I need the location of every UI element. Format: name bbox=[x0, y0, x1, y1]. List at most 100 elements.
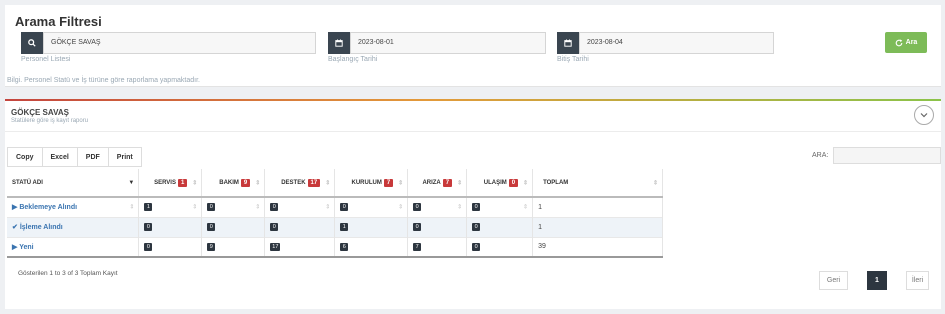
count-badge: 0 bbox=[340, 203, 349, 212]
status-label: Yeni bbox=[19, 243, 34, 251]
sort-desc-icon: ▼ bbox=[128, 179, 135, 186]
value-cell: 0 bbox=[138, 237, 203, 257]
sort-icon: ⇕ bbox=[523, 204, 529, 211]
count-badge: 0 bbox=[207, 203, 216, 212]
value-cell: 7 bbox=[407, 237, 468, 257]
report-table: STATÜ ADI ▼ SERVIS 1 ⇕ BAKIM 9 ⇕ DESTEK 17 ⇕ KU… bbox=[7, 169, 663, 258]
sort-icon: ⇕ bbox=[523, 180, 529, 186]
status-cell[interactable]: ▶ Beklemeye Alındı ⇕ bbox=[7, 197, 140, 217]
personnel-select[interactable]: GÖKÇE SAVAŞ bbox=[43, 32, 316, 54]
end-date-caption: Bitiş Tarihi bbox=[557, 56, 589, 63]
count-badge: 0 bbox=[472, 242, 481, 251]
table-row: ▶ Yeni 0 9 17 6 7 0 39 bbox=[7, 237, 663, 257]
sort-icon: ⇕ bbox=[255, 204, 261, 211]
sort-icon: ⇕ bbox=[255, 180, 261, 186]
copy-button[interactable]: Copy bbox=[7, 147, 43, 167]
start-date-caption: Başlangıç Tarihi bbox=[328, 56, 378, 63]
count-badge: 7 bbox=[413, 242, 422, 251]
header-badge: 9 bbox=[240, 178, 251, 187]
sort-icon: ⇕ bbox=[192, 204, 198, 211]
header-badge: 17 bbox=[307, 178, 321, 187]
sort-icon: ⇕ bbox=[325, 180, 331, 186]
value-cell: 0 ⇕ bbox=[334, 197, 409, 217]
total-cell: 39 bbox=[532, 237, 663, 257]
column-header-destek[interactable]: DESTEK 17 ⇕ bbox=[264, 169, 336, 197]
count-badge: 0 bbox=[472, 223, 481, 231]
sort-icon: ⇕ bbox=[652, 180, 658, 186]
table-summary: Gösterilen 1 to 3 of 3 Toplam Kayıt bbox=[18, 270, 118, 277]
start-date-field[interactable]: 2023-08-01 bbox=[328, 32, 546, 54]
header-badge: 0 bbox=[508, 178, 519, 187]
value-cell: 0 bbox=[201, 217, 266, 237]
column-header-bakim[interactable]: BAKIM 9 ⇕ bbox=[201, 169, 266, 197]
status-cell[interactable]: ▶ Yeni bbox=[7, 237, 140, 257]
print-button[interactable]: Print bbox=[108, 147, 142, 167]
filter-title: Arama Filtresi bbox=[15, 14, 102, 29]
search-icon bbox=[21, 32, 43, 54]
header-badge: 1 bbox=[177, 178, 188, 187]
count-badge: 0 bbox=[144, 223, 153, 231]
personnel-caption: Personel Listesi bbox=[21, 56, 71, 63]
status-cell[interactable]: ✔ İşleme Alındı bbox=[7, 217, 140, 237]
pagination-page-button[interactable]: 1 bbox=[867, 271, 887, 290]
count-badge: 0 bbox=[413, 203, 422, 212]
sort-icon: ⇕ bbox=[192, 180, 198, 186]
total-cell: 1 bbox=[532, 197, 663, 217]
value-cell: 0 bbox=[466, 237, 534, 257]
count-badge: 17 bbox=[270, 242, 281, 251]
search-button-label: Ara bbox=[905, 39, 918, 46]
calendar-icon bbox=[557, 32, 579, 54]
pdf-button[interactable]: PDF bbox=[77, 147, 109, 167]
status-label: Beklemeye Alındı bbox=[19, 204, 78, 212]
count-badge: 0 bbox=[413, 223, 422, 231]
value-cell: 0 bbox=[264, 217, 336, 237]
count-badge: 0 bbox=[207, 223, 216, 231]
column-header-toplam[interactable]: TOPLAM ⇕ bbox=[532, 169, 663, 197]
end-date-field[interactable]: 2023-08-04 bbox=[557, 32, 774, 54]
refresh-icon bbox=[895, 38, 903, 46]
separator bbox=[5, 131, 941, 132]
personnel-field[interactable]: GÖKÇE SAVAŞ bbox=[21, 32, 316, 54]
table-header-row: STATÜ ADI ▼ SERVIS 1 ⇕ BAKIM 9 ⇕ DESTEK 17 ⇕ KU… bbox=[7, 169, 663, 197]
info-text: Bilgi. Personel Statü ve İş türüne göre … bbox=[7, 77, 200, 84]
total-cell: 1 bbox=[532, 217, 663, 237]
value-cell: 1 bbox=[334, 217, 409, 237]
value-cell: 0 ⇕ bbox=[466, 197, 534, 217]
calendar-icon bbox=[328, 32, 350, 54]
sort-icon: ⇕ bbox=[457, 180, 463, 186]
column-header-servis[interactable]: SERVIS 1 ⇕ bbox=[138, 169, 203, 197]
end-date-input[interactable]: 2023-08-04 bbox=[579, 32, 774, 54]
filter-panel: Arama Filtresi GÖKÇE SAVAŞ Personel List… bbox=[5, 5, 941, 87]
sort-icon: ⇕ bbox=[129, 204, 135, 211]
column-header-ulasim[interactable]: ULAŞIM 0 ⇕ bbox=[466, 169, 534, 197]
color-bar bbox=[5, 99, 941, 101]
pagination-next-button[interactable]: İleri bbox=[906, 271, 929, 290]
count-badge: 0 bbox=[144, 242, 153, 251]
status-label: İşleme Alındı bbox=[19, 224, 63, 231]
value-cell: 0 ⇕ bbox=[201, 197, 266, 217]
table-row: ▶ Beklemeye Alındı ⇕ 1 ⇕ 0 ⇕ 0 ⇕ 0 ⇕ 0 ⇕ 0 ⇕ 1 bbox=[7, 197, 663, 217]
chevron-down-icon bbox=[920, 113, 928, 118]
value-cell: 9 bbox=[201, 237, 266, 257]
collapse-button[interactable] bbox=[914, 105, 934, 125]
column-header-status[interactable]: STATÜ ADI ▼ bbox=[7, 169, 140, 197]
report-title: GÖKÇE SAVAŞ bbox=[11, 108, 69, 117]
count-badge: 1 bbox=[340, 223, 349, 231]
start-date-input[interactable]: 2023-08-01 bbox=[350, 32, 546, 54]
value-cell: 0 bbox=[138, 217, 203, 237]
value-cell: 17 bbox=[264, 237, 336, 257]
search-button[interactable]: Ara bbox=[885, 32, 927, 53]
pagination-prev-button[interactable]: Geri bbox=[819, 271, 848, 290]
excel-button[interactable]: Excel bbox=[42, 147, 78, 167]
value-cell: 1 ⇕ bbox=[138, 197, 203, 217]
sort-icon: ⇕ bbox=[398, 204, 404, 211]
column-header-kurulum[interactable]: KURULUM 7 ⇕ bbox=[334, 169, 409, 197]
report-subtitle: Statülere göre iş kayıt raporu bbox=[11, 118, 89, 124]
count-badge: 0 bbox=[472, 203, 481, 212]
count-badge: 1 bbox=[144, 203, 153, 212]
value-cell: 0 ⇕ bbox=[264, 197, 336, 217]
table-search-input[interactable] bbox=[833, 147, 941, 164]
report-panel: GÖKÇE SAVAŞ Statülere göre iş kayıt rapo… bbox=[5, 99, 941, 309]
column-header-ariza[interactable]: ARIZA 7 ⇕ bbox=[407, 169, 468, 197]
check-icon: ✔ bbox=[12, 224, 20, 231]
